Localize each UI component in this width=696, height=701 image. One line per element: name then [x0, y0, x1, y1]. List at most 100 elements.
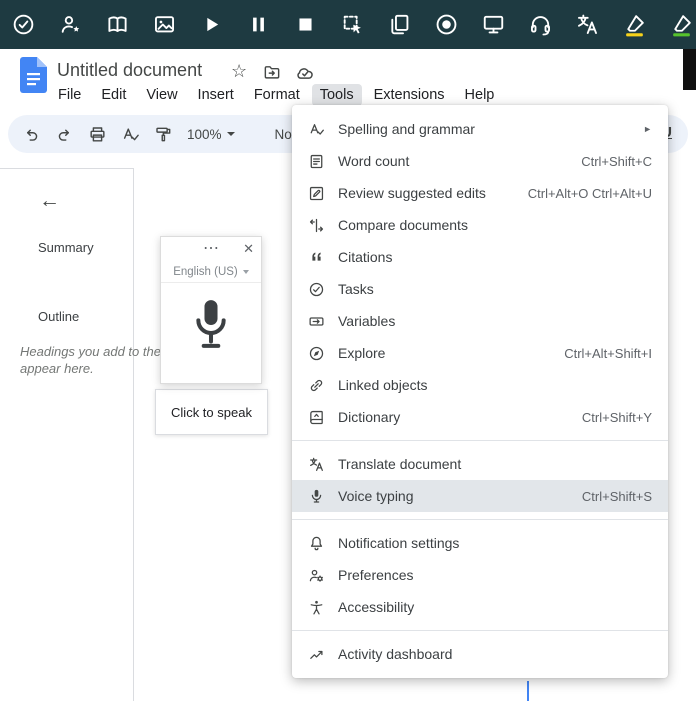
- menu-item-variables[interactable]: Variables: [292, 305, 668, 337]
- person-star-icon[interactable]: [58, 12, 83, 37]
- scrollbar-thumb[interactable]: [683, 49, 696, 90]
- print-icon[interactable]: [88, 125, 107, 144]
- copy-icon[interactable]: [387, 12, 412, 37]
- redo-icon[interactable]: [55, 125, 74, 144]
- menu-format[interactable]: Format: [246, 84, 308, 106]
- menu-separator: [292, 630, 668, 631]
- click-to-speak-tooltip: Click to speak: [155, 389, 268, 435]
- cloud-status-icon[interactable]: [294, 63, 316, 83]
- menu-item-label: Variables: [338, 313, 396, 329]
- paint-format-icon[interactable]: [154, 125, 173, 144]
- monitor-icon[interactable]: [481, 12, 506, 37]
- menu-separator: [292, 519, 668, 520]
- menu-item-label: Spelling and grammar: [338, 121, 475, 137]
- menu-item-label: Accessibility: [338, 599, 415, 615]
- menu-item-shortcut: Ctrl+Alt+O Ctrl+Alt+U: [527, 185, 652, 201]
- record-icon[interactable]: [434, 12, 459, 37]
- zoom-select[interactable]: 100%: [187, 127, 235, 142]
- move-folder-icon[interactable]: [262, 63, 282, 82]
- translate-icon[interactable]: [575, 12, 600, 37]
- translate-icon: [308, 456, 325, 473]
- menu-item-label: Preferences: [338, 567, 414, 583]
- outline-label: Outline: [38, 309, 80, 324]
- compare-documents-icon: [308, 217, 325, 234]
- menu-item-activity-dashboard[interactable]: Activity dashboard: [292, 638, 668, 670]
- chevron-down-icon: [242, 270, 249, 274]
- menu-item-review-suggested-edits[interactable]: Review suggested edits Ctrl+Alt+O Ctrl+Al…: [292, 177, 668, 209]
- book-icon[interactable]: [105, 12, 130, 37]
- menu-edit[interactable]: Edit: [93, 84, 134, 106]
- linked-objects-icon: [308, 377, 325, 394]
- menu-item-compare-documents[interactable]: Compare documents: [292, 209, 668, 241]
- play-icon[interactable]: [199, 12, 224, 37]
- menu-item-label: Translate document: [338, 456, 462, 472]
- menu-help[interactable]: Help: [457, 84, 503, 106]
- panel-divider-vertical: [133, 168, 134, 701]
- highlighter-yellow-icon[interactable]: [622, 12, 647, 37]
- tooltip-text: Click to speak: [171, 404, 252, 420]
- close-icon[interactable]: ✕: [243, 241, 254, 257]
- star-icon[interactable]: ☆: [231, 61, 247, 82]
- menu-view[interactable]: View: [138, 84, 185, 106]
- menu-item-spelling-and-grammar[interactable]: Spelling and grammar ►: [292, 113, 668, 145]
- menu-separator: [292, 440, 668, 441]
- menu-item-citations[interactable]: Citations: [292, 241, 668, 273]
- microphone-icon: [196, 300, 226, 348]
- menu-item-accessibility[interactable]: Accessibility: [292, 591, 668, 623]
- menu-extensions[interactable]: Extensions: [366, 84, 453, 106]
- menu-item-label: Review suggested edits: [338, 185, 486, 201]
- overflow-menu-icon[interactable]: ⋯: [203, 238, 220, 258]
- docs-logo-icon[interactable]: [20, 57, 47, 93]
- image-icon[interactable]: [152, 12, 177, 37]
- menu-item-label: Tasks: [338, 281, 374, 297]
- menu-item-voice-typing[interactable]: Voice typing Ctrl+Shift+S: [292, 480, 668, 512]
- menu-item-word-count[interactable]: Word count Ctrl+Shift+C: [292, 145, 668, 177]
- menu-item-explore[interactable]: Explore Ctrl+Alt+Shift+I: [292, 337, 668, 369]
- menu-item-translate-document[interactable]: Translate document: [292, 448, 668, 480]
- menu-item-label: Word count: [338, 153, 410, 169]
- menu-item-label: Notification settings: [338, 535, 460, 551]
- menu-file[interactable]: File: [50, 84, 89, 106]
- menu-item-shortcut: Ctrl+Shift+S: [581, 488, 652, 504]
- check-circle-icon[interactable]: [11, 12, 36, 37]
- spellcheck-icon[interactable]: [121, 125, 140, 144]
- submenu-arrow-icon: ►: [643, 124, 652, 134]
- language-select[interactable]: English (US): [161, 262, 261, 283]
- menu-item-shortcut: Ctrl+Alt+Shift+I: [564, 345, 652, 361]
- highlighter-green-icon[interactable]: [669, 12, 694, 37]
- word-count-icon: [308, 153, 325, 170]
- activity-dashboard-icon: [308, 646, 325, 663]
- language-value: English (US): [173, 266, 238, 278]
- accessibility-icon: [308, 599, 325, 616]
- tools-menu: Spelling and grammar ► Word count Ctrl+Shif…: [292, 105, 668, 678]
- headset-icon[interactable]: [528, 12, 553, 37]
- menu-item-dictionary[interactable]: Dictionary Ctrl+Shift+Y: [292, 401, 668, 433]
- back-arrow-icon[interactable]: ←: [39, 189, 60, 213]
- citations-icon: [308, 249, 325, 266]
- zoom-value: 100%: [187, 126, 222, 142]
- explore-icon: [308, 345, 325, 362]
- menu-item-label: Compare documents: [338, 217, 468, 233]
- select-area-icon[interactable]: [340, 12, 365, 37]
- document-title[interactable]: Untitled document: [57, 60, 202, 81]
- menu-insert[interactable]: Insert: [190, 84, 242, 106]
- microphone-icon: [308, 488, 325, 505]
- menu-item-tasks[interactable]: Tasks: [292, 273, 668, 305]
- stop-icon[interactable]: [293, 12, 318, 37]
- top-toolbar: [0, 0, 696, 49]
- variables-icon: [308, 313, 325, 330]
- menu-item-preferences[interactable]: Preferences: [292, 559, 668, 591]
- panel-divider-horizontal: [0, 168, 133, 169]
- review-edits-icon: [308, 185, 325, 202]
- menu-item-label: Voice typing: [338, 488, 414, 504]
- dictionary-icon: [308, 409, 325, 426]
- menu-tools[interactable]: Tools: [311, 84, 362, 106]
- microphone-button[interactable]: [161, 284, 261, 355]
- menu-item-linked-objects[interactable]: Linked objects: [292, 369, 668, 401]
- menu-item-label: Dictionary: [338, 409, 401, 425]
- summary-label: Summary: [38, 240, 94, 255]
- pause-icon[interactable]: [246, 12, 271, 37]
- paragraph-style-select[interactable]: No: [275, 127, 292, 142]
- undo-icon[interactable]: [22, 125, 41, 144]
- menu-item-notification-settings[interactable]: Notification settings: [292, 527, 668, 559]
